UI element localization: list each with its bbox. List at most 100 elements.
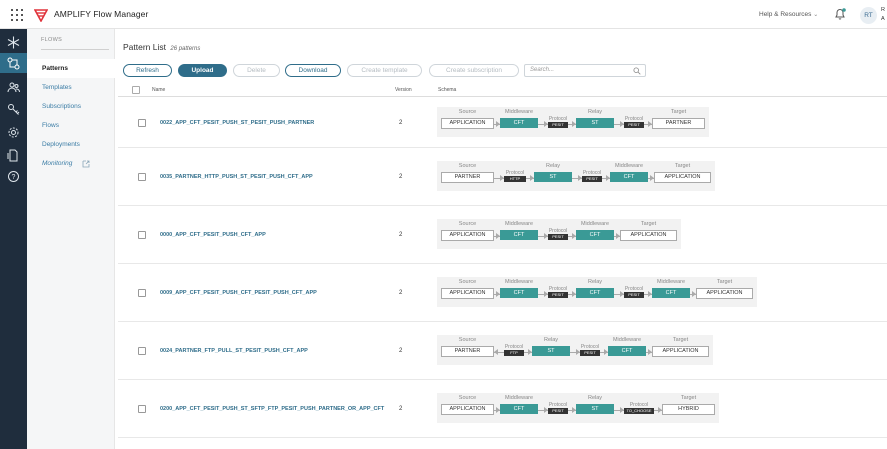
pattern-name-link[interactable]: 0024_PARTNER_FTP_PULL_ST_PESIT_PUSH_CFT_… — [160, 348, 308, 354]
refresh-button[interactable]: Refresh — [123, 64, 172, 77]
pattern-name-link[interactable]: 0035_PARTNER_HTTP_PUSH_ST_PESIT_PUSH_CFT… — [160, 174, 313, 180]
row-checkbox[interactable] — [138, 347, 146, 355]
help-resources-menu[interactable]: Help & Resources ⌄ — [759, 11, 818, 18]
schema-endpoint: Source APPLICATION — [441, 221, 494, 245]
schema-node-label: Target — [674, 163, 691, 169]
notification-bell-icon[interactable] — [833, 7, 847, 21]
header-divider — [118, 96, 887, 97]
schema-component: Relay CFT — [576, 279, 614, 303]
avatar[interactable]: RT — [860, 7, 877, 24]
app-grid-icon[interactable] — [11, 9, 23, 21]
rail-settings[interactable] — [0, 122, 27, 142]
schema-node-label: Source — [458, 279, 477, 285]
pattern-name-link[interactable]: 0022_APP_CFT_PESIT_PUSH_ST_PESIT_PUSH_PA… — [160, 120, 314, 126]
schema-node-value: ST — [532, 346, 570, 356]
page-title: Pattern List 26 patterns — [123, 42, 200, 52]
schema-node-value: ST — [576, 404, 614, 414]
pattern-name-link[interactable]: 0009_APP_CFT_PESIT_PUSH_CFT_PESIT_PUSH_C… — [160, 290, 317, 296]
schema-node-value: APPLICATION — [441, 404, 494, 415]
protocol-badge: TO_CHOOSE — [624, 408, 654, 414]
delete-button[interactable]: Delete — [233, 64, 280, 77]
rail-patterns[interactable] — [0, 53, 27, 73]
rail-documents[interactable] — [0, 145, 27, 165]
search-placeholder: Search... — [530, 67, 555, 73]
rail-snowflake[interactable] — [0, 32, 27, 52]
select-all-checkbox[interactable] — [132, 86, 140, 94]
schema-node-label: Relay — [587, 395, 603, 401]
pattern-version: 2 — [399, 120, 403, 126]
nav-item-flows[interactable]: Flows — [42, 122, 59, 129]
row-checkbox[interactable] — [138, 231, 146, 239]
rail-help[interactable]: ? — [0, 166, 27, 186]
app-title: AMPLIFY Flow Manager — [54, 9, 149, 19]
pattern-count: 26 patterns — [170, 46, 201, 52]
schema-endpoint: Source PARTNER — [441, 163, 494, 187]
row-checkbox[interactable] — [138, 119, 146, 127]
schema-endpoint: Source APPLICATION — [441, 279, 494, 303]
create-template-button[interactable]: Create template — [347, 64, 422, 77]
nav-item-subscriptions[interactable]: Subscriptions — [42, 103, 81, 110]
schema-endpoint: Target APPLICATION — [620, 221, 677, 245]
schema-node-label: Relay — [587, 279, 603, 285]
column-header-schema: Schema — [438, 87, 457, 93]
schema-node-value: PARTNER — [441, 172, 494, 183]
nav-item-templates[interactable]: Templates — [42, 84, 72, 91]
document-icon — [7, 149, 18, 162]
row-checkbox[interactable] — [138, 289, 146, 297]
schema-node-value: ST — [534, 172, 572, 182]
schema-component: Middleware CFT — [500, 221, 538, 245]
schema-node-label: Relay — [545, 163, 561, 169]
amplify-logo-icon — [34, 9, 48, 22]
protocol-badge: PESIT — [548, 408, 568, 414]
search-input[interactable]: Search... — [524, 64, 646, 77]
protocol-badge: PESIT — [624, 292, 644, 298]
schema-component: Relay ST — [576, 109, 614, 133]
create-subscription-button[interactable]: Create subscription — [429, 64, 519, 77]
schema-node-label: Source — [458, 109, 477, 115]
row-checkbox[interactable] — [138, 173, 146, 181]
schema-node-label: Middleware — [504, 221, 534, 227]
schema-endpoint: Source APPLICATION — [441, 109, 494, 133]
schema-component: Middleware CFT — [500, 279, 538, 303]
schema-endpoint: Target HYBRID — [662, 395, 715, 419]
snowflake-icon — [7, 36, 20, 49]
pattern-version: 2 — [399, 406, 403, 412]
protocol-badge: HTTP — [504, 176, 526, 182]
protocol-badge: PESIT — [548, 234, 568, 240]
schema-node-label: Relay — [587, 109, 603, 115]
people-icon — [7, 82, 20, 93]
pattern-name-link[interactable]: 0000_APP_CFT_PESIT_PUSH_CFT_APP — [160, 232, 266, 238]
column-header-name[interactable]: Name — [152, 87, 165, 93]
schema-node-label: Middleware — [504, 395, 534, 401]
schema-node-label: Target — [672, 337, 689, 343]
external-link-icon — [82, 160, 90, 168]
nav-item-deployments[interactable]: Deployments — [42, 141, 80, 148]
download-button[interactable]: Download — [285, 64, 341, 77]
chevron-down-icon: ⌄ — [813, 12, 819, 18]
schema-component: Middleware CFT — [610, 163, 648, 187]
schema-node-value: APPLICATION — [654, 172, 711, 183]
nav-item-monitoring[interactable]: Monitoring — [42, 160, 72, 167]
user-name-line: R — [881, 7, 885, 13]
schema-node-label: Middleware — [656, 279, 686, 285]
schema-node-value: CFT — [500, 288, 538, 298]
schema-endpoint: Source APPLICATION — [441, 395, 494, 419]
schema-component: Middleware CFT — [576, 221, 614, 245]
rail-keys[interactable] — [0, 99, 27, 119]
column-header-version[interactable]: Version — [395, 87, 412, 93]
schema-component: Relay ST — [534, 163, 572, 187]
upload-button[interactable]: Upload — [178, 64, 227, 77]
schema-node-value: CFT — [610, 172, 648, 182]
rail-people[interactable] — [0, 77, 27, 97]
user-org-line: A — [881, 16, 885, 22]
schema-node-value: ST — [576, 118, 614, 128]
user-name[interactable]: RA — [881, 6, 885, 24]
schema-node-value: APPLICATION — [696, 288, 753, 299]
help-icon: ? — [8, 171, 19, 182]
nav-selected-bg — [27, 59, 115, 78]
row-checkbox[interactable] — [138, 405, 146, 413]
nav-item-patterns[interactable]: Patterns — [42, 65, 68, 72]
top-bar: AMPLIFY Flow Manager Help & Resources ⌄ … — [0, 0, 887, 29]
pattern-name-link[interactable]: 0200_APP_CFT_PESIT_PUSH_ST_SFTP_FTP_PESI… — [160, 406, 384, 412]
nav-divider — [41, 49, 109, 50]
